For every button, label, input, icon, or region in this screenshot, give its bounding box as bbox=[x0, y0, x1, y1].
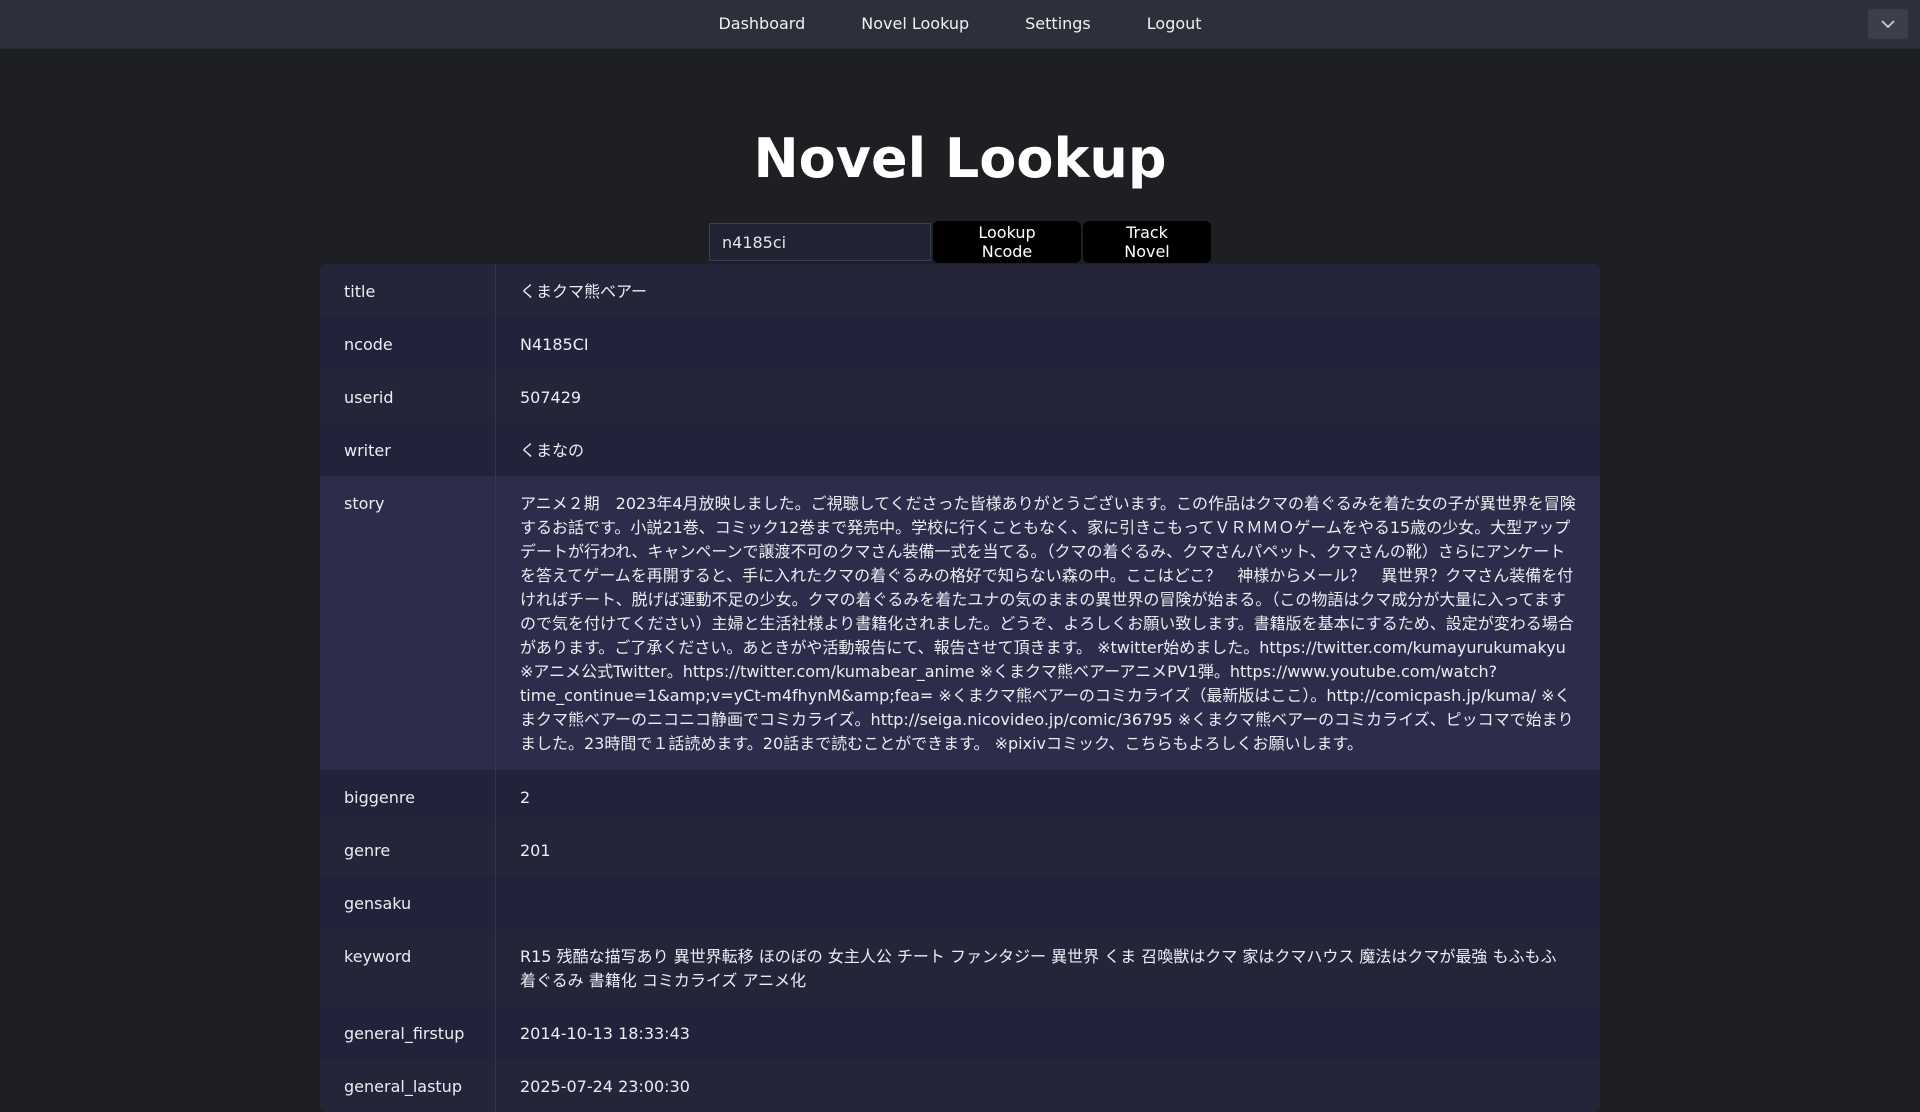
top-navbar: Dashboard Novel Lookup Settings Logout bbox=[0, 0, 1920, 49]
field-value: くまクマ熊ベアー bbox=[520, 282, 648, 301]
table-row: story アニメ２期 2023年4月放映しました。ご視聴してくださった皆様あり… bbox=[320, 476, 1600, 770]
table-row: writer くまなの bbox=[320, 423, 1600, 476]
novel-details-panel: title くまクマ熊ベアー ncode N4185CI userid 5074… bbox=[320, 264, 1600, 1112]
table-row: genre 201 bbox=[320, 823, 1600, 876]
page-title: Novel Lookup bbox=[753, 127, 1167, 190]
table-row: title くまクマ熊ベアー bbox=[320, 264, 1600, 317]
field-key: general_lastup bbox=[320, 1059, 496, 1112]
table-row: userid 507429 bbox=[320, 370, 1600, 423]
nav-logout[interactable]: Logout bbox=[1119, 0, 1230, 48]
field-key: title bbox=[320, 264, 496, 317]
ncode-input[interactable] bbox=[709, 223, 931, 261]
field-value: 507429 bbox=[520, 388, 582, 407]
field-value: アニメ２期 2023年4月放映しました。ご視聴してくださった皆様ありがとうござい… bbox=[520, 494, 1576, 753]
nav-settings[interactable]: Settings bbox=[997, 0, 1119, 48]
field-value bbox=[496, 876, 1601, 929]
field-value: R15 残酷な描写あり 異世界転移 ほのぼの 女主人公 チート ファンタジー 異… bbox=[520, 947, 1557, 990]
field-key: writer bbox=[320, 423, 496, 476]
table-row: gensaku bbox=[320, 876, 1600, 929]
track-novel-button[interactable]: Track Novel bbox=[1083, 221, 1211, 263]
field-key: story bbox=[320, 476, 496, 770]
field-value: くまなの bbox=[520, 441, 585, 460]
lookup-form: Lookup Ncode Track Novel bbox=[0, 221, 1920, 263]
field-key: general_firstup bbox=[320, 1006, 496, 1059]
field-value: 201 bbox=[520, 841, 551, 860]
field-value: 2014-10-13 18:33:43 bbox=[520, 1024, 690, 1043]
field-key: keyword bbox=[320, 929, 496, 1006]
menu-toggle-button[interactable] bbox=[1868, 9, 1908, 39]
field-key: biggenre bbox=[320, 770, 496, 823]
table-row: biggenre 2 bbox=[320, 770, 1600, 823]
field-key: userid bbox=[320, 370, 496, 423]
field-value: 2 bbox=[520, 788, 531, 807]
novel-details-table: title くまクマ熊ベアー ncode N4185CI userid 5074… bbox=[320, 264, 1600, 1112]
table-row: keyword R15 残酷な描写あり 異世界転移 ほのぼの 女主人公 チート … bbox=[320, 929, 1600, 1006]
table-row: ncode N4185CI bbox=[320, 317, 1600, 370]
field-value: 2025-07-24 23:00:30 bbox=[520, 1077, 690, 1096]
field-key: genre bbox=[320, 823, 496, 876]
nav-novel-lookup[interactable]: Novel Lookup bbox=[833, 0, 997, 48]
table-row: general_lastup 2025-07-24 23:00:30 bbox=[320, 1059, 1600, 1112]
table-row: general_firstup 2014-10-13 18:33:43 bbox=[320, 1006, 1600, 1059]
lookup-ncode-button[interactable]: Lookup Ncode bbox=[933, 221, 1081, 263]
chevron-down-icon bbox=[1881, 20, 1895, 29]
field-value: N4185CI bbox=[520, 335, 589, 354]
field-key: gensaku bbox=[320, 876, 496, 929]
field-key: ncode bbox=[320, 317, 496, 370]
main-nav: Dashboard Novel Lookup Settings Logout bbox=[0, 0, 1920, 48]
nav-dashboard[interactable]: Dashboard bbox=[690, 0, 833, 48]
